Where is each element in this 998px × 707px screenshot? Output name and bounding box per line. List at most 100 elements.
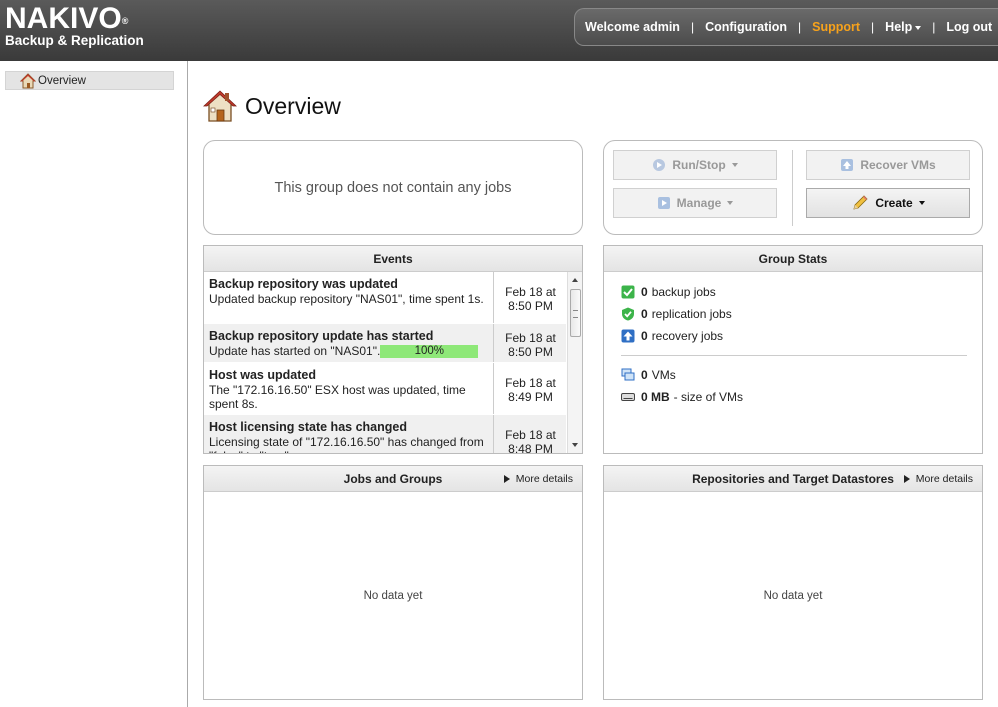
app-header: NAKIVO® Backup & Replication Welcome adm… bbox=[0, 0, 998, 61]
configuration-link[interactable]: Configuration bbox=[705, 20, 787, 34]
repositories-header: Repositories and Target Datastores More … bbox=[604, 466, 982, 492]
jobs-groups-empty: No data yet bbox=[204, 492, 582, 699]
stat-backup-jobs: 0 backup jobs bbox=[621, 285, 716, 299]
chevron-down-icon bbox=[915, 25, 922, 30]
registered-mark: ® bbox=[121, 16, 129, 26]
repositories-more-details-link[interactable]: More details bbox=[903, 473, 973, 485]
run-stop-button[interactable]: Run/Stop bbox=[613, 150, 777, 180]
triangle-right-icon bbox=[903, 475, 910, 483]
events-list[interactable]: Backup repository was updated Updated bac… bbox=[204, 272, 582, 453]
nav-separator: | bbox=[690, 20, 695, 34]
backup-jobs-label: backup jobs bbox=[651, 285, 716, 299]
event-item: Backup repository was updated Updated bac… bbox=[204, 272, 566, 324]
logo-sub-text: Backup & Replication bbox=[5, 33, 144, 48]
event-title: Backup repository update has started bbox=[209, 329, 434, 343]
run-stop-label: Run/Stop bbox=[672, 158, 726, 172]
event-item: Host licensing state has changed Licensin… bbox=[204, 415, 566, 453]
chevron-down-icon bbox=[731, 163, 738, 167]
event-date: Feb 18 at bbox=[505, 331, 556, 345]
recover-vms-button[interactable]: Recover VMs bbox=[806, 150, 970, 180]
event-time: 8:50 PM bbox=[508, 299, 553, 313]
page-title: Overview bbox=[245, 92, 341, 119]
events-scrollbar[interactable] bbox=[567, 272, 582, 453]
nakivo-logo: NAKIVO® Backup & Replication bbox=[5, 2, 144, 49]
events-header: Events bbox=[204, 246, 582, 272]
no-data-label: No data yet bbox=[763, 589, 823, 602]
event-title: Host licensing state has changed bbox=[209, 420, 407, 434]
event-title: Backup repository was updated bbox=[209, 277, 398, 291]
scroll-thumb[interactable] bbox=[570, 289, 581, 337]
event-item: Backup repository update has started Upda… bbox=[204, 324, 566, 363]
nav-separator: | bbox=[798, 20, 802, 34]
event-description: Licensing state of "172.16.16.50" has ch… bbox=[209, 435, 484, 453]
vm-size-count: 0 MB bbox=[641, 390, 670, 404]
house-icon bbox=[20, 72, 36, 88]
events-panel: Events Backup repository was updated Upda… bbox=[203, 245, 583, 454]
house-icon bbox=[203, 90, 237, 122]
sidebar-item-overview[interactable]: Overview bbox=[5, 71, 174, 90]
stat-vms: 0 VMs bbox=[621, 368, 676, 382]
chevron-down-icon bbox=[727, 201, 734, 205]
jobs-groups-panel: Jobs and Groups More details No data yet bbox=[203, 465, 583, 700]
create-label: Create bbox=[875, 196, 913, 210]
replication-jobs-count: 0 bbox=[641, 307, 648, 321]
group-stats-panel: Group Stats 0 backup jobs 0 replication jo… bbox=[603, 245, 983, 454]
main-content: Overview This group does not contain any… bbox=[189, 61, 998, 707]
manage-button[interactable]: Manage bbox=[613, 188, 777, 218]
vm-size-label: - size of VMs bbox=[673, 390, 744, 404]
recovery-jobs-count: 0 bbox=[641, 329, 648, 343]
event-item: Host was updated The "172.16.16.50" ESX h… bbox=[204, 363, 566, 415]
logout-link[interactable]: Log out bbox=[946, 20, 992, 34]
logo-main-text: NAKIVO bbox=[5, 2, 122, 35]
manage-label: Manage bbox=[676, 196, 722, 210]
recovery-jobs-label: recovery jobs bbox=[651, 329, 724, 343]
no-data-label: No data yet bbox=[363, 589, 423, 602]
repositories-title: Repositories and Target Datastores bbox=[692, 471, 894, 486]
recover-vms-label: Recover VMs bbox=[860, 158, 936, 172]
vms-count: 0 bbox=[641, 368, 648, 382]
jobs-empty-panel: This group does not contain any jobs bbox=[203, 140, 583, 235]
scroll-up-icon[interactable] bbox=[572, 278, 578, 282]
chevron-down-icon bbox=[918, 201, 925, 205]
more-details-label: More details bbox=[915, 473, 973, 485]
stats-divider bbox=[621, 355, 967, 356]
help-menu[interactable]: Help bbox=[885, 20, 922, 34]
shield-check-icon bbox=[622, 307, 634, 321]
event-title: Host was updated bbox=[209, 368, 316, 382]
help-link[interactable]: Help bbox=[885, 20, 912, 34]
jobs-empty-message: This group does not contain any jobs bbox=[274, 179, 512, 196]
stat-replication-jobs: 0 replication jobs bbox=[621, 307, 732, 321]
sidebar: Overview bbox=[0, 61, 188, 707]
more-details-label: More details bbox=[515, 473, 573, 485]
jobs-groups-more-details-link[interactable]: More details bbox=[503, 473, 573, 485]
event-date: Feb 18 at bbox=[505, 428, 556, 442]
nav-separator: | bbox=[871, 20, 875, 34]
create-button[interactable]: Create bbox=[806, 188, 970, 218]
top-navigation: Welcome admin | Configuration | Support … bbox=[574, 8, 998, 46]
event-progress-bar: 100% bbox=[380, 345, 479, 359]
event-date: Feb 18 at bbox=[505, 285, 556, 299]
scroll-down-icon[interactable] bbox=[572, 443, 578, 447]
event-time: 8:50 PM bbox=[508, 345, 553, 359]
stat-recovery-jobs: 0 recovery jobs bbox=[621, 329, 723, 343]
actions-panel: Run/Stop Manage Recover VMs Create bbox=[603, 140, 983, 235]
support-link[interactable]: Support bbox=[812, 20, 860, 34]
jobs-groups-header: Jobs and Groups More details bbox=[204, 466, 582, 492]
green-check-icon bbox=[621, 285, 635, 299]
replication-jobs-label: replication jobs bbox=[651, 307, 732, 321]
hard-drive-icon bbox=[621, 393, 635, 401]
vms-label: VMs bbox=[651, 368, 676, 382]
backup-jobs-count: 0 bbox=[641, 285, 648, 299]
events-title: Events bbox=[373, 251, 413, 266]
manage-icon bbox=[657, 197, 670, 209]
run-icon bbox=[653, 159, 666, 171]
event-date: Feb 18 at bbox=[505, 376, 556, 390]
recover-icon bbox=[841, 159, 854, 171]
stat-vm-size: 0 MB - size of VMs bbox=[621, 390, 743, 404]
vm-icon bbox=[621, 368, 635, 381]
event-description: The "172.16.16.50" ESX host was updated,… bbox=[209, 383, 466, 411]
welcome-text: Welcome admin bbox=[585, 20, 680, 34]
page-header: Overview bbox=[203, 89, 341, 123]
jobs-groups-title: Jobs and Groups bbox=[343, 471, 443, 486]
nav-separator: | bbox=[932, 20, 936, 34]
